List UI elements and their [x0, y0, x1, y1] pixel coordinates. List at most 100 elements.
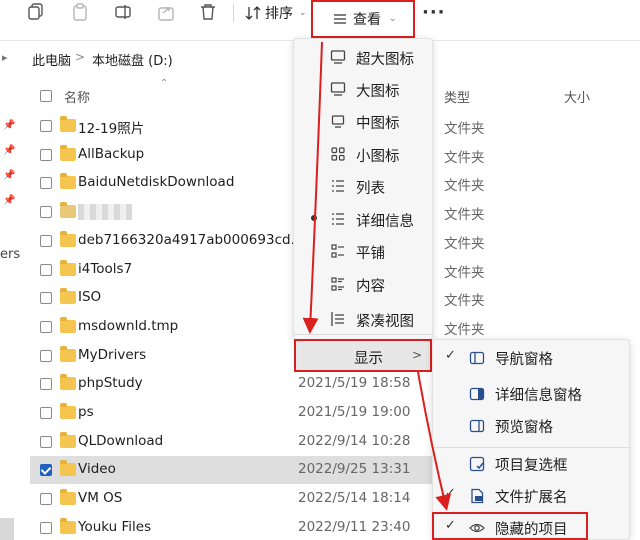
file-type: 文件夹 [444, 321, 485, 338]
row-checkbox[interactable] [40, 378, 52, 391]
folder-icon [60, 460, 76, 477]
column-size[interactable]: 大小 [564, 87, 590, 106]
delete-icon[interactable] [200, 2, 216, 22]
menu-item-show[interactable]: 显示 > [294, 339, 432, 372]
submenu-item-file-extensions[interactable]: ✓ 文件扩展名 [433, 480, 631, 512]
row-checkbox[interactable] [40, 464, 52, 477]
folder-icon [60, 116, 76, 132]
row-checkbox[interactable] [40, 407, 52, 419]
more-options-button[interactable]: ··· [422, 2, 446, 23]
menu-item-tiles[interactable]: 平铺 [294, 235, 434, 267]
view-button[interactable]: 查看 ⌄ [311, 0, 415, 38]
preview-pane-icon [469, 419, 485, 433]
nav-pane-item[interactable]: ers [0, 247, 20, 262]
file-type: 文件夹 [444, 149, 485, 166]
row-checkbox[interactable] [40, 177, 52, 190]
file-name: 12-19照片 [78, 121, 145, 137]
file-name: BaiduNetdiskDownload [78, 174, 235, 191]
view-icon [334, 14, 346, 24]
folder-icon [60, 259, 76, 276]
folder-icon [60, 403, 76, 419]
file-date: 2022/9/14 10:28 [298, 432, 411, 449]
row-checkbox[interactable] [40, 120, 52, 132]
menu-item-small-icons[interactable]: 小图标 [294, 138, 434, 170]
sort-icon [245, 6, 261, 20]
file-date: 2021/5/19 18:58 [298, 375, 411, 392]
file-date: 2022/9/11 23:40 [298, 518, 411, 535]
folder-icon [60, 517, 76, 534]
file-name: Video [78, 461, 116, 478]
copy-icon[interactable] [28, 2, 44, 22]
row-checkbox[interactable] [40, 234, 52, 247]
folder-icon [60, 374, 76, 391]
file-name: i4Tools7 [78, 260, 133, 277]
show-label: 显示 [354, 351, 383, 367]
checkmark-icon: ✓ [445, 348, 456, 363]
small-grid-icon [331, 147, 345, 161]
menu-item-compact-view[interactable]: 紧凑视图 [294, 303, 434, 335]
submenu-item-navigation-pane[interactable]: ✓ 导航窗格 [433, 342, 631, 374]
checkmark-icon: ✓ [445, 486, 456, 501]
menu-item-content[interactable]: 内容 [294, 268, 434, 300]
active-dot-icon [311, 215, 317, 221]
file-name: QLDownload [78, 432, 164, 449]
file-name: MyDrivers [78, 346, 147, 363]
paste-icon[interactable] [72, 2, 88, 22]
pin-icon: 📌 [3, 170, 16, 181]
rename-icon[interactable] [115, 2, 133, 22]
compact-icon [331, 312, 344, 326]
row-checkbox[interactable] [40, 148, 52, 161]
row-checkbox[interactable] [40, 521, 52, 534]
file-type: 文件夹 [444, 178, 485, 195]
column-name[interactable]: 名称 [64, 87, 90, 106]
file-date: 2022/9/25 13:31 [298, 461, 411, 478]
menu-item-medium-icons[interactable]: 中图标 [294, 105, 434, 137]
file-type: 文件夹 [444, 293, 485, 310]
row-checkbox[interactable] [40, 349, 52, 362]
breadcrumb-this-pc[interactable]: 此电脑 [32, 50, 71, 69]
file-type: 文件夹 [444, 207, 485, 224]
file-name: phpStudy [78, 375, 143, 392]
details-pane-icon [469, 387, 485, 401]
row-checkbox[interactable] [40, 292, 52, 305]
folder-icon [60, 173, 76, 190]
hidden-items-highlight [432, 512, 588, 540]
menu-divider [294, 334, 434, 335]
share-icon[interactable] [158, 2, 174, 22]
row-checkbox[interactable] [40, 206, 52, 219]
folder-icon [60, 288, 76, 305]
submenu-item-preview-pane[interactable]: 预览窗格 [433, 410, 631, 442]
nav-pane-icon [469, 351, 485, 365]
folder-icon [60, 230, 76, 247]
submenu-item-item-checkboxes[interactable]: 项目复选框 [433, 448, 631, 480]
pin-icon: 📌 [3, 120, 16, 131]
submenu-item-details-pane[interactable]: 详细信息窗格 [433, 378, 631, 410]
select-all-checkbox[interactable] [40, 90, 52, 102]
nav-scrollbar[interactable] [0, 518, 14, 540]
menu-item-list[interactable]: 列表 [294, 170, 434, 202]
folder-icon [60, 202, 76, 219]
breadcrumb-drive-d[interactable]: 本地磁盘 (D:) [92, 50, 173, 69]
chevron-right-icon: > [412, 348, 423, 362]
file-type: 文件夹 [444, 235, 485, 252]
folder-icon [60, 345, 76, 362]
file-ext-icon [471, 488, 484, 504]
menu-item-extra-large-icons[interactable]: 超大图标 [294, 41, 434, 73]
row-checkbox[interactable] [40, 493, 52, 506]
menu-item-details[interactable]: 详细信息 [294, 203, 434, 235]
pin-icon: 📌 [3, 145, 16, 156]
monitor-icon [331, 115, 345, 128]
folder-icon [60, 431, 76, 448]
list-icon [332, 180, 344, 192]
obscured-name [78, 204, 132, 221]
breadcrumb-separator: > [75, 50, 86, 64]
file-name: VM OS [78, 490, 123, 507]
row-checkbox[interactable] [40, 320, 52, 333]
view-menu: 超大图标 大图标 中图标 小图标 列表 详细信息 平铺 内容 紧凑视图 [293, 38, 434, 340]
row-checkbox[interactable] [40, 263, 52, 276]
chevron-down-icon: ⌄ [299, 8, 307, 18]
row-checkbox[interactable] [40, 435, 52, 448]
menu-item-large-icons[interactable]: 大图标 [294, 73, 434, 105]
sort-button[interactable]: 排序 ⌄ [245, 2, 307, 24]
column-type[interactable]: 类型 [444, 87, 470, 106]
